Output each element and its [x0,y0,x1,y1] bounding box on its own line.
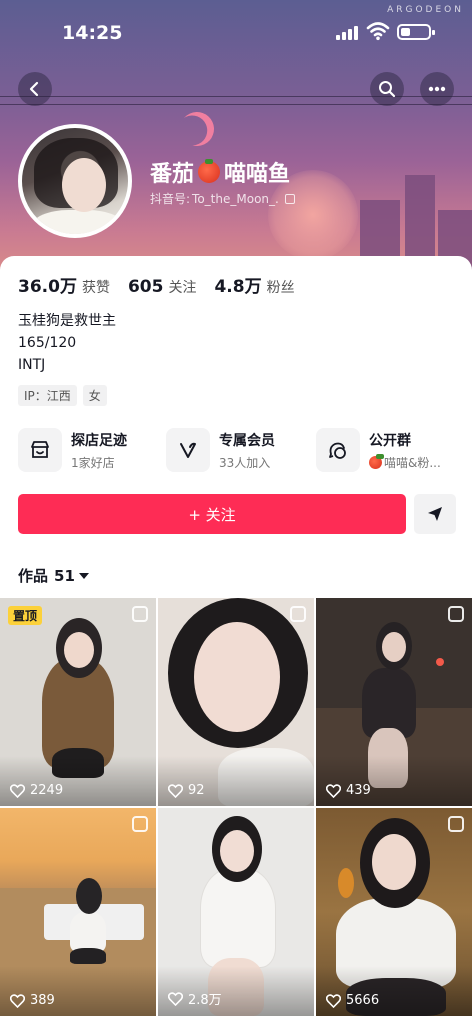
status-time: 14:25 [62,22,123,44]
follow-button[interactable]: + 关注 [18,494,406,534]
like-count: 92 [168,783,205,798]
select-checkbox[interactable] [132,816,148,832]
vip-v-icon [166,428,210,472]
ip-location-tag: IP：江西 [18,385,77,406]
stat-followers[interactable]: 4.8万 粉丝 [214,272,294,297]
select-checkbox[interactable] [132,606,148,622]
tomato-emoji-icon [369,453,384,469]
video-thumbnail[interactable]: 2.8万 [158,808,314,1016]
like-count-value: 92 [188,783,205,798]
nickname-part: 番茄 [150,162,195,187]
bio-line: 165/120 [18,335,77,351]
douyin-id[interactable]: 抖音号: To_the_Moon_. [150,190,295,207]
heart-icon [10,783,25,798]
cellular-signal-icon [336,24,360,40]
chevron-left-icon [29,81,39,97]
like-count-value: 2.8万 [188,993,222,1008]
heart-icon [326,783,341,798]
tomato-emoji-icon [198,159,221,183]
heart-icon [168,991,183,1006]
feature-title: 专属会员 [219,432,275,449]
stat-label: 关注 [168,280,197,296]
more-dots-icon [428,86,446,92]
feature-subtitle: 1家好店 [71,455,115,470]
select-checkbox[interactable] [448,816,464,832]
caret-down-icon [78,572,89,579]
douyin-id-value: To_the_Moon_. [192,191,279,206]
crescent-moon [175,107,219,151]
video-thumbnail[interactable]: 置顶 2249 [0,598,156,806]
bio-line: 玉桂狗是救世主 [18,313,116,329]
video-thumbnail[interactable]: 439 [316,598,472,806]
feature-subtitle: 33人加入 [219,455,271,470]
search-button[interactable] [370,72,404,106]
profile-tags: IP：江西 女 [18,385,107,406]
feature-membership[interactable]: 专属会员 33人加入 [166,428,275,472]
shop-icon [18,428,62,472]
stat-following[interactable]: 605 关注 [128,277,197,297]
heart-icon [168,783,183,798]
send-paper-plane-icon [428,507,442,521]
feature-title: 公开群 [369,432,411,449]
like-count: 389 [10,993,55,1008]
video-thumbnail[interactable]: 5666 [316,808,472,1016]
profile-bio: 玉桂狗是救世主 165/120 INTJ [18,310,116,376]
profile-stats: 36.0万 获赞 605 关注 4.8万 粉丝 [18,272,313,297]
like-count-value: 439 [346,783,371,798]
heart-icon [326,993,341,1008]
like-count: 5666 [326,993,379,1008]
bio-line: INTJ [18,357,46,373]
works-count: 51 [54,566,75,585]
feature-shop-visits[interactable]: 探店足迹 1家好店 [18,428,127,472]
like-count-value: 2249 [30,783,64,798]
feature-title: 探店足迹 [71,432,127,449]
group-chat-icon [316,428,360,472]
nickname-part: 喵喵鱼 [224,162,291,187]
send-message-button[interactable] [414,494,456,534]
stat-value: 4.8万 [214,277,262,297]
search-icon [379,81,396,98]
feature-entries: 探店足迹 1家好店 专属会员 33人加入 公开群 喵喵&粉... [18,428,458,474]
back-button[interactable] [18,72,52,106]
stat-value: 605 [127,277,164,297]
works-label: 作品 [18,567,49,585]
feature-public-group[interactable]: 公开群 喵喵&粉... [316,428,441,472]
stat-value: 36.0万 [18,277,77,297]
video-thumbnail[interactable]: 389 [0,808,156,1016]
select-checkbox[interactable] [448,606,464,622]
battery-icon [397,24,435,40]
wifi-icon [366,22,390,41]
gender-tag: 女 [82,385,107,406]
works-tab[interactable]: 作品 51 [18,565,89,586]
like-count: 439 [326,783,371,798]
pinned-badge: 置顶 [8,606,43,625]
profile-nickname: 番茄 喵喵鱼 [150,156,290,188]
stat-likes[interactable]: 36.0万 获赞 [18,272,110,297]
status-bar: 14:25 [0,0,472,64]
like-count-value: 5666 [346,993,380,1008]
video-thumbnail[interactable]: 92 [158,598,314,806]
power-line [0,104,472,105]
like-count-value: 389 [30,993,55,1008]
heart-icon [10,993,25,1008]
avatar[interactable] [18,124,132,238]
feature-subtitle: 喵喵&粉... [369,453,441,471]
select-checkbox[interactable] [290,606,306,622]
feature-subtitle-text: 喵喵&粉... [384,455,441,470]
more-options-button[interactable] [420,72,454,106]
douyin-id-label: 抖音号: [150,192,191,206]
stat-label: 获赞 [81,280,110,296]
like-count: 2.8万 [168,989,222,1008]
copy-icon[interactable] [284,193,295,204]
stat-label: 粉丝 [266,280,295,296]
like-count: 2249 [10,783,63,798]
